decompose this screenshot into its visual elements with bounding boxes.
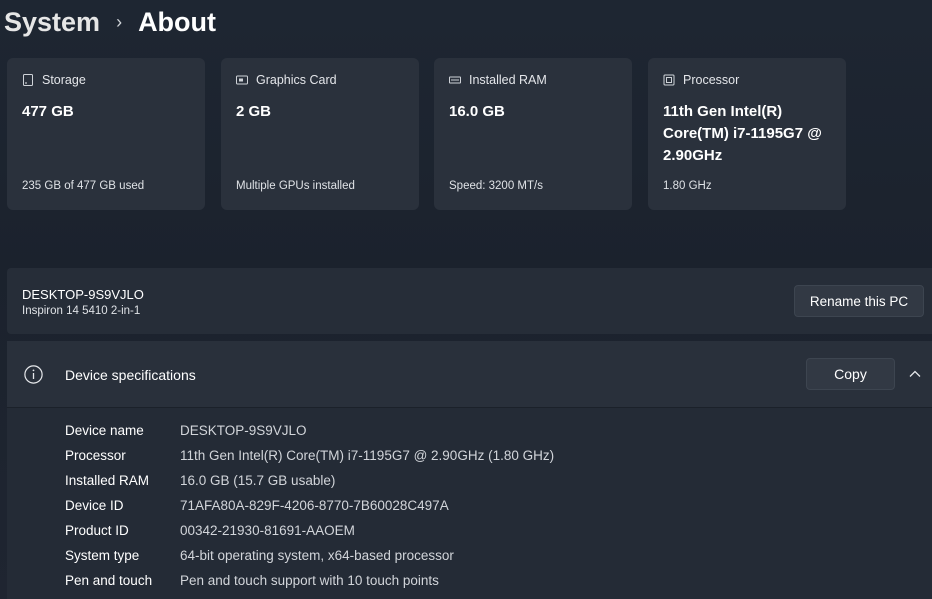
rename-pc-button[interactable]: Rename this PC <box>794 285 924 317</box>
pc-name-row: DESKTOP-9S9VJLO Inspiron 14 5410 2-in-1 … <box>7 268 932 334</box>
spec-value: DESKTOP-9S9VJLO <box>180 423 307 438</box>
spec-value: 00342-21930-81691-AAOEM <box>180 523 355 538</box>
breadcrumb: System › About <box>4 3 216 41</box>
spec-value: 64-bit operating system, x64-based proce… <box>180 548 454 563</box>
spec-label: Processor <box>65 448 126 463</box>
ram-label: Installed RAM <box>469 73 547 87</box>
pc-model: Inspiron 14 5410 2-in-1 <box>22 305 141 317</box>
spec-label: System type <box>65 548 140 563</box>
spec-label: Device name <box>65 423 144 438</box>
storage-icon <box>22 74 34 86</box>
device-specifications-header[interactable]: Device specifications Copy <box>7 341 932 408</box>
processor-value: 11th Gen Intel(R) Core(TM) i7-1195G7 @ 2… <box>663 103 822 164</box>
graphics-card-sub: Multiple GPUs installed <box>236 180 355 192</box>
device-specifications-panel: Device specifications Copy Device name D… <box>7 341 932 599</box>
spec-value: 16.0 GB (15.7 GB usable) <box>180 473 336 488</box>
pc-name: DESKTOP-9S9VJLO <box>22 287 144 302</box>
graphics-card-label: Graphics Card <box>256 73 337 87</box>
spec-value: Pen and touch support with 10 touch poin… <box>180 573 439 588</box>
processor-icon <box>663 74 675 86</box>
info-icon <box>24 365 43 384</box>
graphics-card: Graphics Card 2 GB Multiple GPUs install… <box>221 58 419 210</box>
graphics-card-value: 2 GB <box>236 103 272 120</box>
spec-value: 71AFA80A-829F-4206-8770-7B60028C497A <box>180 498 449 513</box>
chevron-right-icon: › <box>116 11 123 32</box>
device-specifications-title: Device specifications <box>65 367 196 383</box>
storage-value: 477 GB <box>22 103 74 120</box>
ram-icon <box>449 74 461 86</box>
breadcrumb-system-link[interactable]: System <box>4 7 100 38</box>
copy-button[interactable]: Copy <box>806 358 895 390</box>
ram-speed: Speed: 3200 MT/s <box>449 180 543 192</box>
spec-label: Installed RAM <box>65 473 150 488</box>
processor-label: Processor <box>683 73 740 87</box>
storage-usage: 235 GB of 477 GB used <box>22 180 145 192</box>
ram-value: 16.0 GB <box>449 103 505 120</box>
storage-label: Storage <box>42 73 86 87</box>
spec-value: 11th Gen Intel(R) Core(TM) i7-1195G7 @ 2… <box>180 448 555 463</box>
spec-label: Pen and touch <box>65 573 153 588</box>
storage-card: Storage 477 GB 235 GB of 477 GB used <box>7 58 205 210</box>
spec-label: Device ID <box>65 498 124 513</box>
processor-speed: 1.80 GHz <box>663 180 712 192</box>
page-title: About <box>138 6 217 37</box>
spec-label: Product ID <box>65 523 129 538</box>
processor-card: Processor 11th Gen Intel(R) Core(TM) i7-… <box>648 58 846 210</box>
chevron-up-icon[interactable] <box>908 367 922 381</box>
ram-card: Installed RAM 16.0 GB Speed: 3200 MT/s <box>434 58 632 210</box>
graphics-card-icon <box>236 74 248 86</box>
